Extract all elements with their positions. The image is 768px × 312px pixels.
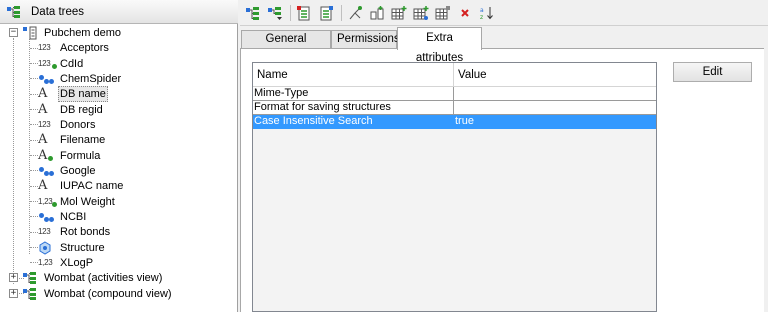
link-field-icon bbox=[38, 210, 56, 224]
data-trees-header: Data trees bbox=[0, 0, 238, 24]
data-trees-title: Data trees bbox=[31, 5, 85, 18]
svg-text:a: a bbox=[480, 7, 484, 14]
decimal-field-icon: 1,23 bbox=[38, 257, 53, 267]
tree-field-iupac-name[interactable]: A IUPAC name bbox=[38, 178, 125, 193]
calculated-decimal-field-icon: 1,23 bbox=[38, 195, 57, 209]
tree-node-label: Acceptors bbox=[60, 41, 109, 54]
tree-node-label: Google bbox=[60, 164, 96, 177]
text-field-icon: A bbox=[38, 131, 48, 147]
attribute-value-cell[interactable] bbox=[454, 87, 656, 101]
table-row[interactable]: Mime-Type bbox=[253, 87, 656, 101]
tree-node-label: CdId bbox=[60, 57, 84, 70]
edit-tree-icon[interactable] bbox=[266, 4, 284, 22]
tree-node-label: IUPAC name bbox=[60, 179, 124, 192]
integer-id-field-icon: 123 bbox=[38, 57, 57, 71]
tree-field-formula[interactable]: A Formula bbox=[38, 148, 102, 163]
tree-field-filename[interactable]: A Filename bbox=[38, 132, 107, 147]
tree-field-db-regid[interactable]: A DB regid bbox=[38, 102, 105, 117]
tree-node-wombat-compound[interactable]: Wombat (compound view) bbox=[22, 286, 174, 301]
db-tree-icon bbox=[22, 287, 40, 301]
tab-general-settings[interactable]: General Settings bbox=[241, 30, 331, 62]
tree-node-wombat-activities[interactable]: Wombat (activities view) bbox=[22, 270, 164, 285]
attribute-name-cell: Format for saving structures bbox=[253, 101, 454, 115]
toolbar: az bbox=[240, 0, 768, 26]
toolbar-separator bbox=[290, 4, 291, 21]
tree-node-label: Donors bbox=[60, 118, 96, 131]
integer-field-icon: 123 bbox=[38, 119, 51, 129]
integer-field-icon: 123 bbox=[38, 226, 51, 236]
toolbar-separator bbox=[341, 4, 342, 21]
collapse-toggle-pubchem[interactable]: − bbox=[9, 28, 18, 37]
tree-field-mol-weight[interactable]: 1,23 Mol Weight bbox=[38, 194, 117, 209]
tree-field-rot-bonds[interactable]: 123 Rot bonds bbox=[38, 224, 112, 239]
calculated-text-field-icon: A bbox=[38, 148, 56, 163]
tree-node-label: Structure bbox=[60, 241, 105, 254]
attribute-value-cell[interactable]: true bbox=[454, 115, 656, 129]
table-row[interactable]: Format for saving structures bbox=[253, 101, 656, 115]
tree-node-label: DB name bbox=[58, 85, 108, 102]
new-child-icon[interactable] bbox=[368, 4, 386, 22]
tree-node-pubchem-demo[interactable]: Pubchem demo bbox=[22, 25, 123, 40]
column-header-label: Value bbox=[458, 69, 487, 81]
add-table-icon[interactable] bbox=[390, 4, 408, 22]
tree-field-acceptors[interactable]: 123 Acceptors bbox=[38, 40, 111, 55]
new-relation-icon[interactable] bbox=[346, 4, 364, 22]
tree-node-label: Formula bbox=[60, 149, 101, 162]
integer-field-icon: 123 bbox=[38, 42, 51, 52]
add-table-2-icon[interactable] bbox=[412, 4, 430, 22]
structure-field-icon bbox=[38, 240, 56, 255]
expand-toggle-wombat-compound[interactable]: + bbox=[9, 289, 18, 298]
tab-label: Permissions bbox=[337, 33, 400, 45]
table-row-selected[interactable]: Case Insensitive Search true bbox=[253, 115, 656, 129]
tree-node-label: ChemSpider bbox=[60, 72, 122, 85]
text-field-icon: A bbox=[38, 177, 48, 193]
tree-node-label: Rot bonds bbox=[60, 225, 111, 238]
link-field-icon bbox=[38, 72, 56, 86]
tab-permissions[interactable]: Permissions bbox=[331, 30, 400, 49]
new-field-icon[interactable] bbox=[295, 4, 313, 22]
tree-node-label: Mol Weight bbox=[60, 195, 115, 208]
data-trees-panel: Data trees − Pubchem demo 123 Acceptors … bbox=[0, 0, 238, 312]
tree-node-label: Pubchem demo bbox=[44, 26, 122, 39]
tree-field-cdid[interactable]: 123 CdId bbox=[38, 56, 85, 71]
attribute-value-cell[interactable] bbox=[454, 101, 656, 115]
tab-extra-attributes[interactable]: Extra attributes bbox=[397, 27, 482, 64]
tree-field-ncbi[interactable]: NCBI bbox=[38, 209, 88, 224]
tree-field-xlogp[interactable]: 1,23 XLogP bbox=[38, 255, 95, 270]
tree-node-label: XLogP bbox=[60, 256, 94, 269]
expand-toggle-wombat-activities[interactable]: + bbox=[9, 273, 18, 282]
table-settings-icon[interactable] bbox=[434, 4, 452, 22]
tree-field-structure[interactable]: Structure bbox=[38, 240, 107, 255]
edit-field-icon[interactable] bbox=[317, 4, 335, 22]
tree-field-chemspider[interactable]: ChemSpider bbox=[38, 71, 123, 86]
tree-field-google[interactable]: Google bbox=[38, 163, 97, 178]
tree-field-db-name[interactable]: A DB name bbox=[38, 85, 108, 102]
column-header-label: Name bbox=[257, 69, 288, 81]
tree-node-label: Filename bbox=[60, 133, 106, 146]
tree-node-label: DB regid bbox=[60, 103, 103, 116]
data-tree-icon bbox=[6, 5, 24, 19]
svg-text:z: z bbox=[480, 14, 483, 21]
delete-icon[interactable] bbox=[456, 4, 474, 22]
text-field-icon: A bbox=[38, 101, 48, 117]
sort-icon[interactable]: az bbox=[478, 4, 496, 22]
db-tree-icon bbox=[22, 26, 40, 40]
edit-button[interactable]: Edit bbox=[673, 62, 752, 82]
attribute-name-cell: Mime-Type bbox=[253, 87, 454, 101]
tree-node-label: Wombat (compound view) bbox=[44, 287, 172, 300]
tree-field-donors[interactable]: 123 Donors bbox=[38, 117, 97, 132]
db-tree-icon bbox=[22, 271, 40, 285]
new-tree-icon[interactable] bbox=[244, 4, 262, 22]
attributes-table: Name Value Mime-Type Format for saving s… bbox=[252, 62, 657, 312]
link-field-icon bbox=[38, 164, 56, 178]
tree-node-label: Wombat (activities view) bbox=[44, 271, 163, 284]
attribute-name-cell: Case Insensitive Search bbox=[253, 115, 454, 129]
column-header-value[interactable]: Value bbox=[454, 63, 656, 87]
text-field-icon: A bbox=[38, 85, 48, 101]
tree-node-label: NCBI bbox=[60, 210, 87, 223]
tab-label: Extra attributes bbox=[415, 32, 464, 64]
